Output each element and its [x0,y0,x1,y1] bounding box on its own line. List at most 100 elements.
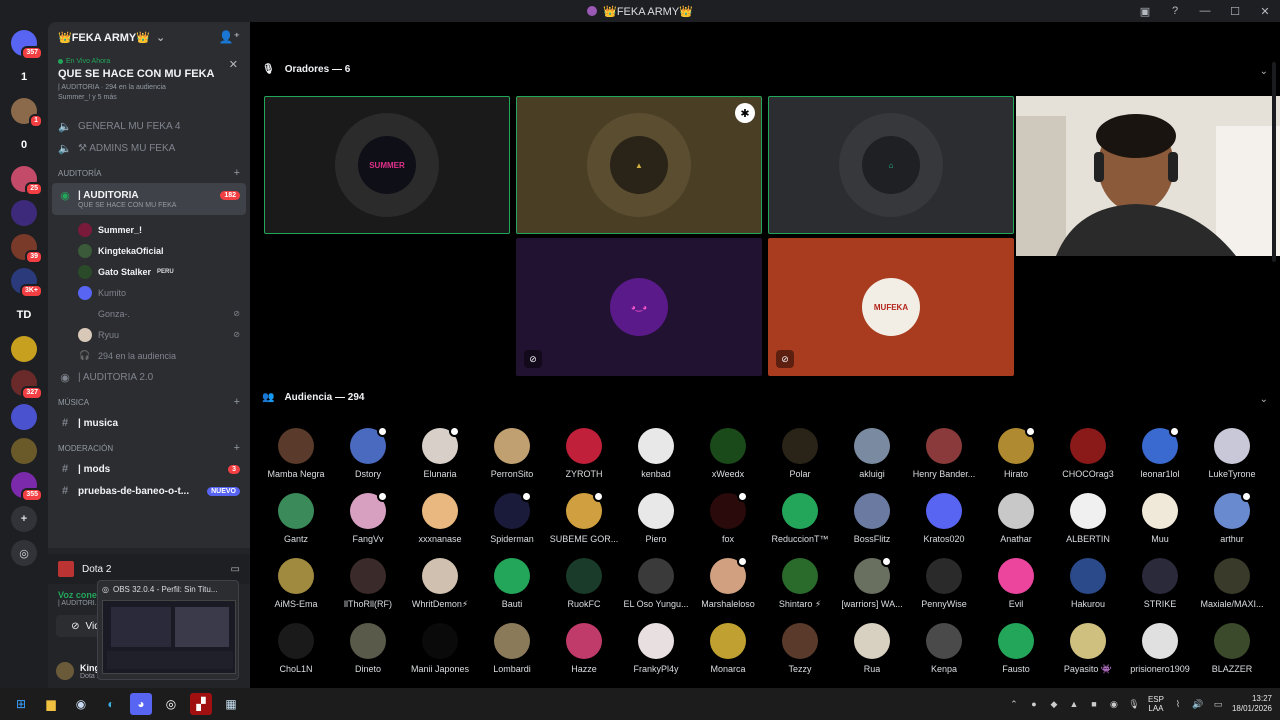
audience-member[interactable]: PerronSito [476,428,548,492]
speaker-tile-green-house[interactable]: ⌂ [768,96,1014,234]
audience-member[interactable]: xxxnanase [404,493,476,557]
channel-musica[interactable]: # | musica [48,412,250,434]
audience-member[interactable]: [warriors] WA... [836,556,908,622]
tray-app-icon[interactable]: ▲ [1068,698,1080,710]
audience-member[interactable]: AiMS-Ema [260,558,332,622]
calculator-icon[interactable]: ▦ [220,693,242,715]
inbox-icon[interactable]: ▣ [1130,0,1160,22]
category-musica[interactable]: MÚSICA + [48,392,250,412]
tray-app-icon[interactable]: ■ [1088,698,1100,710]
add-channel-icon[interactable]: + [234,167,240,179]
audience-member[interactable]: Marshaleloso [692,556,764,622]
audience-member[interactable]: kenbad [620,428,692,492]
audience-member[interactable]: Hakurou [1052,558,1124,622]
battery-icon[interactable]: ▭ [1212,698,1224,710]
audience-member[interactable]: llThoRll(RF) [332,558,404,622]
audience-member[interactable]: Rua [836,623,908,687]
audience-member[interactable]: PennyWise [908,558,980,622]
server-icon[interactable]: TD [11,302,37,328]
voice-user[interactable]: Ryuu ⊘ [48,324,250,345]
add-channel-icon[interactable]: + [234,442,240,454]
add-channel-icon[interactable]: + [234,396,240,408]
discord-home-icon[interactable]: 357 [11,30,43,60]
tray-app-icon[interactable]: ◆ [1048,698,1060,710]
edge-icon[interactable]: ◐ [100,693,122,715]
audience-member[interactable]: Mamba Negra [260,428,332,492]
audience-member[interactable]: ZYROTH [548,428,620,492]
audience-member[interactable]: Monarca [692,623,764,687]
obs-icon[interactable]: ◎ [160,693,182,715]
server-icon[interactable]: 355 [11,472,43,502]
audience-member[interactable]: arthur [1196,491,1268,557]
audience-member[interactable]: BossFlitz [836,493,908,557]
audience-member[interactable]: akluigi [836,428,908,492]
audience-member[interactable]: xWeedx [692,428,764,492]
audience-member[interactable]: Fausto [980,623,1052,687]
channel-auditoria[interactable]: ◉ | AUDITORIA 182 QUE SE HACE CON MU FEK… [52,183,246,215]
close-button[interactable]: ✕ [1250,0,1280,22]
audience-member[interactable]: Henry Bander... [908,428,980,492]
speaker-tile-summer[interactable]: SUMMER [264,96,510,234]
audience-member[interactable]: Evil [980,558,1052,622]
file-explorer-icon[interactable]: ▆ [40,693,62,715]
wifi-icon[interactable]: ⌇ [1172,698,1184,710]
server-icon[interactable] [11,438,37,464]
scrollbar[interactable] [1272,62,1278,662]
clock[interactable]: 13:27 18/01/2026 [1232,694,1272,714]
dota-icon[interactable]: ▞ [190,693,212,715]
audience-member[interactable]: Hirato [980,426,1052,492]
minimize-button[interactable]: — [1190,0,1220,22]
audience-member[interactable]: Gantz [260,493,332,557]
category-moderacion[interactable]: MODERACIÓN + [48,438,250,458]
audience-member[interactable]: Shintaro ⚡ [764,558,836,622]
speaker-tile-mufeka[interactable]: MUFEKA ⊘ [768,238,1014,376]
audience-member[interactable]: Dineto [332,623,404,687]
audience-member[interactable]: Dstory [332,426,404,492]
audience-member[interactable]: Spiderman [476,491,548,557]
webcam-video[interactable] [1016,96,1280,256]
audience-header[interactable]: 👥 Audiencia — 294 [262,392,364,403]
audience-member[interactable]: Lombardi [476,623,548,687]
audience-member[interactable]: EL Oso Yungu... [620,558,692,622]
audience-member[interactable]: Kratos020 [908,493,980,557]
speaker-tile-illuminati[interactable]: ▲ ✱ [516,96,762,234]
channel-auditoria-2[interactable]: ◉ | AUDITORIA 2.0 [48,366,250,388]
audience-member[interactable]: ReduccionT™ [764,493,836,557]
speaker-tile-purple-ghost[interactable]: ◕‿◕ ⊘ [516,238,762,376]
voice-user[interactable]: Gonza-. ⊘ [48,303,250,324]
audience-member[interactable]: CHOCOrag3 [1052,428,1124,492]
audience-member[interactable]: ChoL1N [260,623,332,687]
audience-member[interactable]: SUBEME GOR... [548,491,620,557]
volume-icon[interactable]: 🔊 [1192,698,1204,710]
audience-member[interactable]: fox [692,491,764,557]
obs-taskbar-preview[interactable]: ◎ OBS 32.0.4 - Perfil: Sin Titu... [97,580,239,680]
screen-share-icon[interactable]: ▭ [231,564,240,575]
category-auditoria[interactable]: AUDITORÍA + [48,163,250,183]
audience-count-row[interactable]: 🎧 294 en la audiencia [48,345,250,366]
help-icon[interactable]: ? [1160,0,1190,22]
audience-member[interactable]: RuokFC [548,558,620,622]
audience-member[interactable]: Elunaria [404,426,476,492]
chevron-down-icon[interactable]: ⌄ [1260,394,1268,405]
add-server-icon[interactable]: + [11,506,37,532]
chevron-up-icon[interactable]: ⌃ [1008,698,1020,710]
server-icon[interactable]: 1 [11,64,37,90]
start-icon[interactable]: ⊞ [10,693,32,715]
server-icon[interactable]: 3K+ [11,268,43,298]
audience-member[interactable]: Polar [764,428,836,492]
audience-member[interactable]: Maxiale/MAXI... [1196,558,1268,622]
steam-icon[interactable]: ◉ [70,693,92,715]
maximize-button[interactable]: ☐ [1220,0,1250,22]
channel-mods[interactable]: # | mods 3 [48,458,250,480]
server-icon[interactable]: 1 [11,98,43,128]
tray-app-icon[interactable]: ◉ [1108,698,1120,710]
audience-member[interactable]: Tezzy [764,623,836,687]
discord-icon[interactable]: ◕ [130,693,152,715]
server-header[interactable]: 👑FEKA ARMY👑 ⌄ 👤⁺ [48,22,250,52]
audience-member[interactable]: LukeTyrone [1196,428,1268,492]
server-icon[interactable] [11,404,37,430]
voice-user[interactable]: Gato Stalker PERU [48,261,250,282]
chevron-down-icon[interactable]: ⌄ [1260,66,1268,77]
audience-member[interactable]: Piero [620,493,692,557]
server-icon[interactable] [11,200,37,226]
